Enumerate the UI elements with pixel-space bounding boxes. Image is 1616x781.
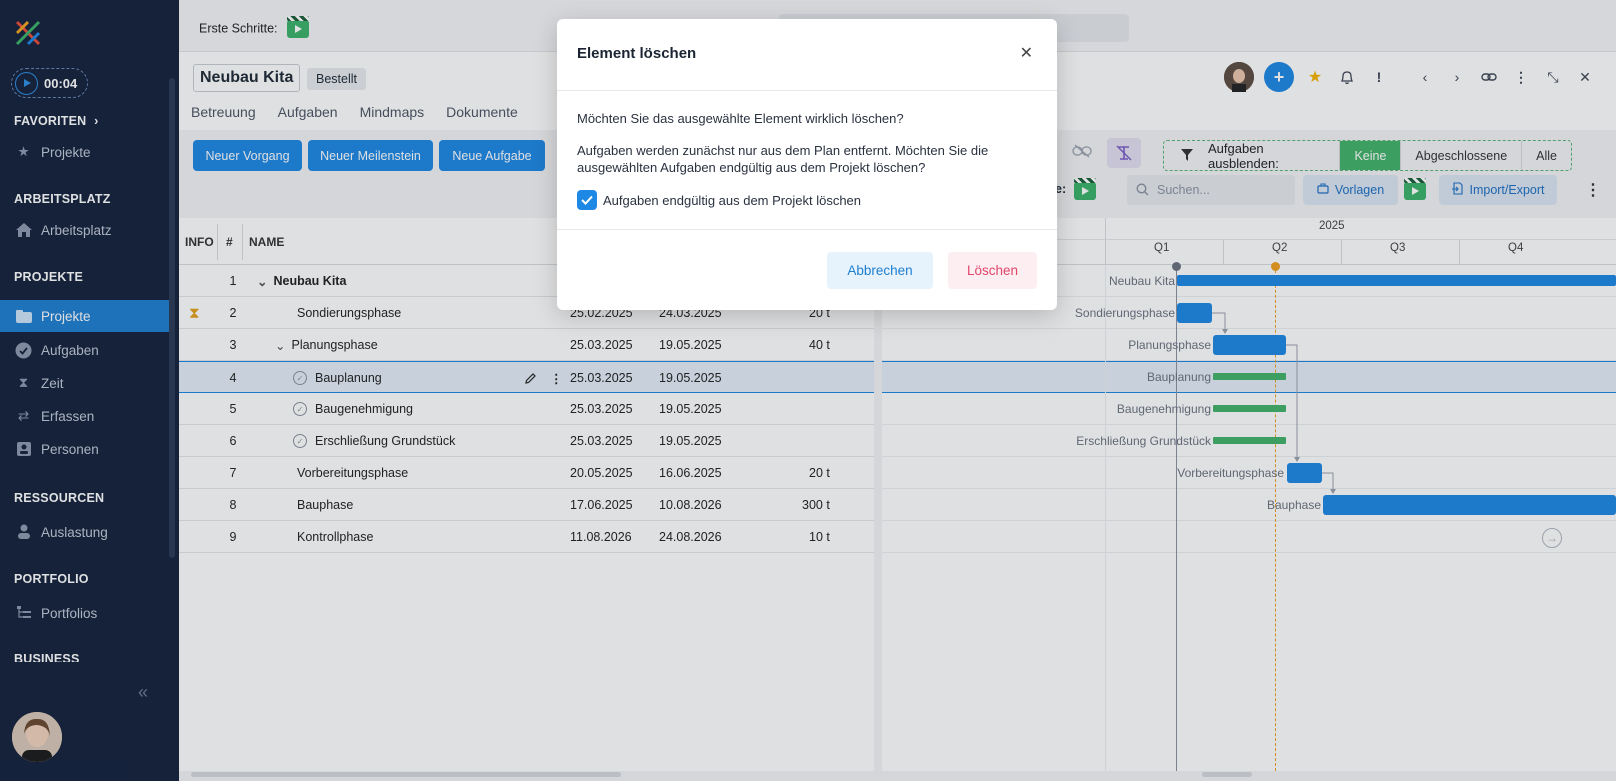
divider	[557, 229, 1057, 230]
divider	[557, 90, 1057, 91]
delete-button[interactable]: Löschen	[948, 252, 1037, 289]
cancel-button[interactable]: Abbrechen	[827, 252, 933, 289]
dialog-info: Aufgaben werden zunächst nur aus dem Pla…	[577, 143, 989, 175]
close-icon[interactable]: ✕	[1020, 43, 1033, 63]
dialog-question: Möchten Sie das ausgewählte Element wirk…	[577, 111, 904, 126]
delete-permanently-checkbox[interactable]	[577, 190, 597, 210]
checkbox-label[interactable]: Aufgaben endgültig aus dem Projekt lösch…	[603, 193, 861, 208]
delete-dialog: Element löschen ✕ Möchten Sie das ausgew…	[557, 19, 1057, 310]
checkmark-icon	[581, 195, 593, 205]
dialog-title: Element löschen	[577, 45, 697, 62]
